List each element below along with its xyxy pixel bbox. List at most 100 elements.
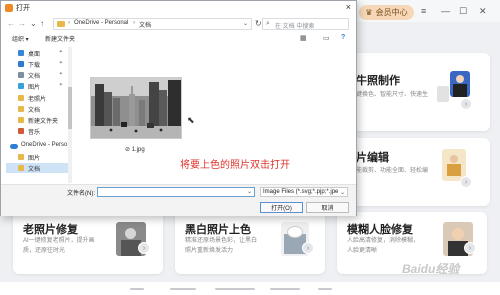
sidebar-item-label: 新建文件夹	[28, 119, 59, 125]
sidebar-item-downloads[interactable]: 下载 ✦	[6, 59, 71, 69]
folder-icon	[18, 117, 24, 123]
chevron-down-icon[interactable]: ⌄	[247, 188, 252, 195]
cancel-button[interactable]: 取消	[306, 202, 349, 213]
pin-icon: ✦	[58, 60, 63, 66]
breadcrumb-onedrive[interactable]: OneDrive - Personal	[74, 20, 128, 26]
card-title: 黑白照片上色	[185, 224, 251, 236]
new-folder-button[interactable]: 新建文件夹	[45, 34, 75, 43]
filename-input[interactable]: ⌄	[97, 187, 255, 197]
sidebar-scrollbar[interactable]	[68, 47, 72, 183]
forward-arrow-icon[interactable]: →	[18, 19, 26, 28]
maximize-icon[interactable]: ☐	[459, 7, 467, 16]
chevron-down-icon[interactable]: ⌄	[243, 20, 248, 27]
card-colorize[interactable]: 黑白照片上色 精准还原场景色彩，让黑白照片重新焕发活力 ›	[175, 212, 325, 274]
sidebar-item-label: 图片	[28, 85, 41, 91]
search-placeholder: 在 文档 中搜索	[275, 24, 315, 30]
card-desc: 人脸高清修复，消除模糊，人脸更清晰	[347, 238, 420, 254]
back-arrow-icon[interactable]: ←	[7, 19, 15, 28]
preview-pane-icon[interactable]: ▭	[323, 34, 330, 42]
folder-icon	[18, 106, 24, 112]
sidebar-item-label: 音乐	[28, 130, 41, 136]
file-name-label[interactable]: ⊘ 1.jpg	[125, 146, 145, 153]
sidebar-item-docs-folder[interactable]: 文档	[6, 104, 71, 114]
filename-label: 文件名(N):	[67, 191, 95, 197]
refresh-icon[interactable]: ↻	[255, 19, 262, 28]
sidebar-item-label: 图片	[28, 156, 41, 162]
strip-mark	[318, 288, 332, 290]
open-button[interactable]: 打开(O)	[260, 202, 303, 213]
card-desc: 一键换色、智能尺寸、快速生成	[350, 92, 429, 108]
close-app-icon[interactable]: ✕	[479, 7, 487, 16]
card-title: 老照片修复	[23, 224, 78, 236]
folder-icon	[18, 165, 24, 171]
sidebar-item-desktop[interactable]: 桌面 ✦	[6, 48, 71, 58]
vip-center-button[interactable]: ♛ 会员中心	[359, 5, 414, 20]
pin-icon: ✦	[58, 82, 63, 88]
arrow-circle-icon: ›	[464, 242, 476, 254]
navigation-bar: ← → ⌄ ↑ › OneDrive - Personal › 文档 ⌄ ↻ ⌕…	[1, 15, 356, 33]
city-photo-image	[91, 78, 181, 138]
card-desc: AI一键修复老照片，提升画质，还原往时光	[23, 238, 95, 254]
instruction-text: 将要上色的照片双击打开	[180, 160, 290, 171]
card-title: 片编辑	[356, 152, 389, 164]
sidebar-item-onedrive[interactable]: OneDrive - Perso	[6, 141, 71, 151]
help-icon[interactable]: ?	[341, 34, 345, 41]
sidebar-item-label: 文档	[28, 108, 41, 114]
card-title: 牛照制作	[356, 75, 400, 87]
minimize-icon[interactable]: —	[441, 7, 450, 16]
folder-icon	[57, 21, 65, 27]
mouse-cursor-icon: ⬉	[187, 115, 195, 125]
desktop-icon	[18, 50, 24, 56]
arrow-circle-icon: ›	[460, 98, 472, 110]
onedrive-icon	[10, 144, 18, 149]
pin-icon: ✦	[58, 71, 63, 77]
breadcrumb-documents[interactable]: 文档	[139, 20, 151, 29]
up-arrow-icon[interactable]: ↑	[40, 19, 44, 28]
view-options-icon[interactable]: ▦	[300, 34, 307, 42]
sidebar-item-old-photos[interactable]: 老照片	[6, 93, 71, 103]
breadcrumb-separator: ›	[68, 20, 70, 26]
id-photo-thumbnail	[450, 71, 470, 97]
folder-icon	[18, 95, 24, 101]
menu-icon[interactable]: ≡	[421, 7, 426, 16]
sidebar-item-label: 文档	[28, 74, 41, 80]
scrollbar-thumb[interactable]	[68, 87, 72, 129]
file-name: 1.jpg	[131, 147, 145, 153]
music-icon	[18, 128, 24, 134]
arrow-circle-icon: ›	[302, 242, 314, 254]
breadcrumb-separator: ›	[133, 20, 135, 26]
file-type-select[interactable]: Image Files (*.svg;*.pjp;*.jpe ⌄	[260, 187, 348, 197]
strip-mark	[170, 288, 196, 290]
card-desc: 智能裁剪、功能全面、轻松编辑	[350, 168, 429, 184]
vip-label: 会员中心	[375, 8, 408, 17]
sidebar-item-onedrive-pictures[interactable]: 图片	[6, 152, 71, 162]
organize-button[interactable]: 组织 ▾	[12, 34, 29, 43]
sidebar-item-label: 桌面	[28, 52, 41, 58]
sidebar-item-new-folder[interactable]: 新建文件夹	[6, 115, 71, 125]
dialog-toolbar: 组织 ▾ 新建文件夹 ▦ ▭ ?	[1, 33, 356, 45]
folder-icon	[18, 154, 24, 160]
sidebar-item-onedrive-documents[interactable]: 文档	[6, 163, 71, 173]
dialog-bottom-bar: 文件名(N): ⌄ Image Files (*.svg;*.pjp;*.jpe…	[1, 184, 356, 216]
watermark: Baidu经验	[402, 262, 460, 276]
search-input[interactable]: ⌕ 在 文档 中搜索	[262, 18, 349, 30]
app-icon	[5, 4, 13, 12]
sidebar-item-label: 文档	[28, 167, 41, 173]
address-bar[interactable]: › OneDrive - Personal › 文档 ⌄	[53, 18, 252, 30]
bottom-strip	[0, 282, 500, 295]
sidebar-item-pictures[interactable]: 图片 ✦	[6, 81, 71, 91]
sidebar-item-documents[interactable]: 文档 ✦	[6, 70, 71, 80]
sidebar-item-music[interactable]: 音乐	[6, 126, 71, 136]
file-type-value: Image Files (*.svg;*.pjp;*.jpe	[263, 189, 339, 195]
arrow-circle-icon: ›	[460, 176, 472, 188]
card-old-photo-restore[interactable]: 老照片修复 AI一键修复老照片，提升画质，还原往时光 ›	[13, 212, 163, 274]
open-file-dialog: 打开 × ← → ⌄ ↑ › OneDrive - Personal › 文档 …	[0, 0, 357, 216]
sidebar-item-label: 下载	[28, 63, 41, 69]
dialog-title: 打开	[16, 5, 30, 12]
id-photo-thumbnail-small	[436, 85, 450, 103]
sidebar-item-label: 老照片	[28, 97, 47, 103]
close-icon[interactable]: ×	[346, 2, 351, 12]
recent-dropdown-icon[interactable]: ⌄	[30, 19, 37, 28]
file-thumbnail-1jpg[interactable]	[90, 77, 182, 139]
card-title: 模糊人脸修复	[347, 224, 413, 236]
